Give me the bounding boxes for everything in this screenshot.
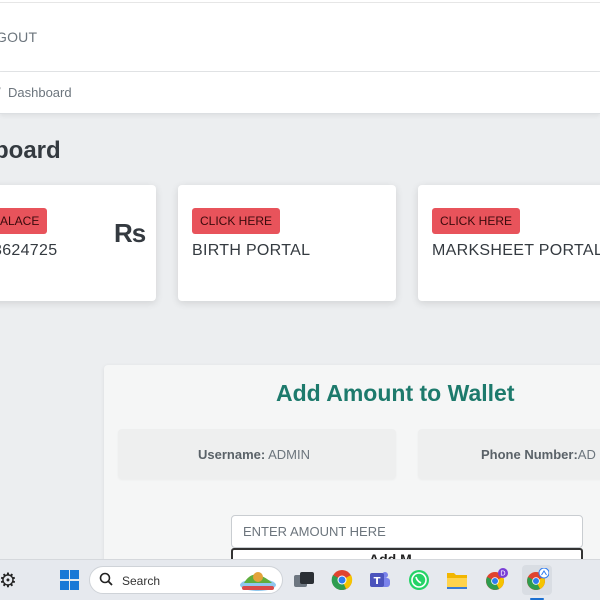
phone-info: Phone Number:AD [481,447,596,462]
taskbar-search-box[interactable]: Search [89,566,283,594]
chrome-profile-icon[interactable]: D [484,568,508,592]
username-info-box: Username: ADMIN [118,429,396,479]
breadcrumb-separator: / [0,85,1,100]
breadcrumb-bar [0,72,600,114]
marksheet-portal-click-button[interactable]: CLICK HERE [432,208,521,234]
logout-link[interactable]: GOUT [0,29,37,45]
teams-icon[interactable]: T [368,568,392,592]
search-highlight-icon [240,572,276,591]
settings-icon[interactable]: ⚙ [0,568,20,592]
birth-portal-click-button[interactable]: CLICK HERE [192,208,281,234]
phone-label: Phone Number: [481,447,578,462]
username-info: Username: ADMIN [198,447,310,462]
phone-value: AD [577,447,596,462]
breadcrumb-dashboard[interactable]: Dashboard [8,85,72,100]
file-explorer-icon[interactable] [445,568,469,592]
navbar-top-strip [0,0,600,3]
balance-badge[interactable]: ALACE [0,208,48,234]
page-title: board [0,137,61,164]
svg-text:D: D [500,570,505,578]
windows-start-icon[interactable] [57,568,81,592]
marksheet-portal-card[interactable]: CLICK HERE MARKSHEET PORTAL [418,185,600,301]
wallet-title-row: Add Amount to Wallet [0,380,600,407]
username-label: Username: [198,447,266,462]
birth-portal-card[interactable]: CLICK HERE BIRTH PORTAL [178,185,396,301]
amount-input[interactable] [231,515,583,548]
search-icon [99,572,113,586]
wallet-title: Add Amount to Wallet [276,380,515,406]
rupee-icon: Rs [114,218,146,248]
chrome-icon[interactable] [330,568,354,592]
balance-value: 3624725 [0,242,58,259]
whatsapp-icon[interactable] [407,568,431,592]
search-label: Search [122,574,161,588]
phone-info-box: Phone Number:AD [418,429,600,479]
task-view-icon[interactable] [292,568,316,592]
username-value: ADMIN [268,447,310,462]
balance-card: ALACE 3624725 Rs [0,185,156,301]
birth-portal-label: BIRTH PORTAL [192,242,311,259]
svg-text:T: T [374,576,381,587]
top-navbar: GOUT [0,0,600,72]
chrome-active-icon[interactable] [522,565,552,595]
marksheet-portal-label: MARKSHEET PORTAL [432,242,600,259]
